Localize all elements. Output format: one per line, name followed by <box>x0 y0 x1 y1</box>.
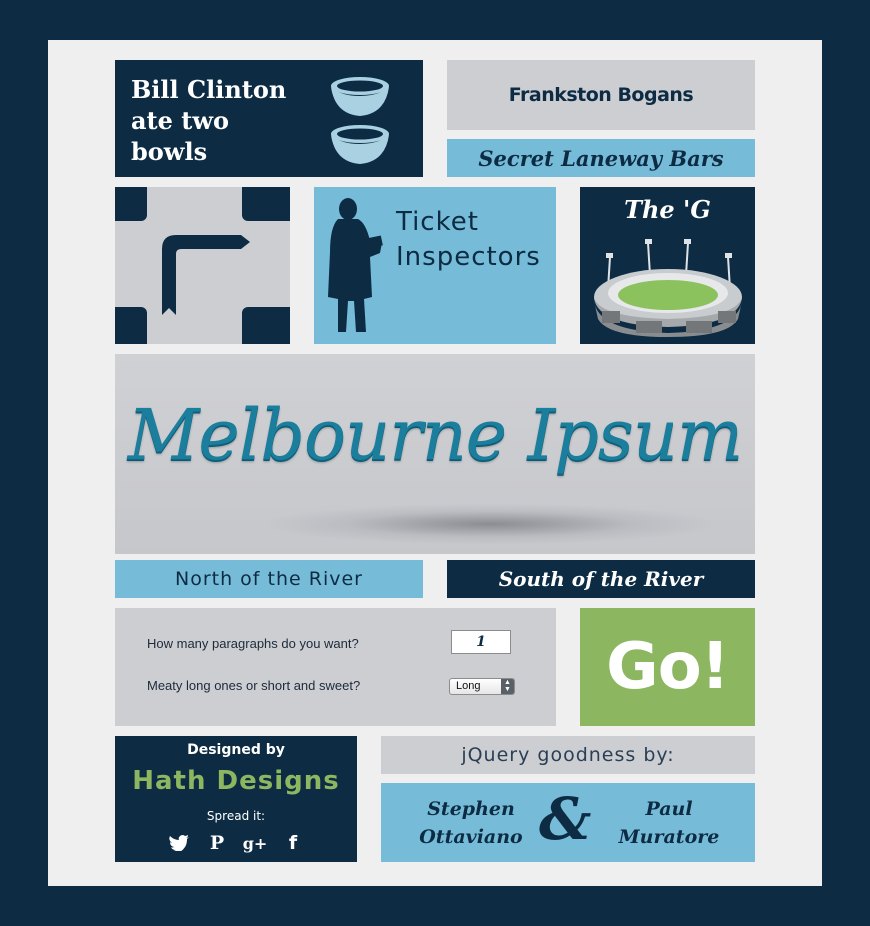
ticket-line-2: Inspectors <box>396 242 541 272</box>
jquery-credit-header: jQuery goodness by: <box>381 736 755 774</box>
credit-stephen[interactable]: Stephen Ottaviano <box>401 795 541 851</box>
paragraphs-input[interactable] <box>451 630 511 654</box>
ampersand: & <box>539 785 592 853</box>
road-arrow-icon <box>115 187 290 344</box>
chevron-updown-icon: ▲ ▼ <box>501 679 514 694</box>
bowl-icon <box>331 125 389 164</box>
laneway-label: Secret Laneway Bars <box>478 145 724 171</box>
credit-paul[interactable]: Paul Muratore <box>599 795 739 851</box>
length-select-value: Long <box>456 680 481 692</box>
bowl-icon <box>331 77 389 116</box>
site-title: Melbourne Ipsum <box>127 394 744 476</box>
ticket-line-1: Ticket <box>396 207 479 237</box>
jquery-label: jQuery goodness by: <box>461 744 675 766</box>
length-select[interactable]: Long ▲ ▼ <box>449 678 515 695</box>
ticket-inspectors-heading: Ticket Inspectors <box>396 205 541 275</box>
tile-bill-clinton[interactable]: Bill Clinton ate two bowls <box>115 60 423 177</box>
south-label: South of the River <box>498 567 704 591</box>
tile-ticket-inspectors[interactable]: Ticket Inspectors <box>314 187 556 344</box>
pinterest-icon[interactable]: P <box>206 832 228 854</box>
options-form: How many paragraphs do you want? Meaty l… <box>115 608 556 726</box>
tile-the-g[interactable]: The 'G <box>580 187 755 344</box>
designed-by-label: Designed by <box>187 742 285 758</box>
north-of-the-river-button[interactable]: North of the River <box>115 560 423 598</box>
designer-link[interactable]: Hath Designs <box>115 766 357 796</box>
developer-credits: Stephen Ottaviano & Paul Muratore <box>381 783 755 862</box>
clinton-line-2: ate two <box>131 106 230 135</box>
the-g-title: The 'G <box>624 195 711 224</box>
inspector-silhouette-icon <box>328 198 383 332</box>
clinton-line-1: Bill Clinton <box>131 75 287 104</box>
north-label: North of the River <box>175 568 363 590</box>
credit-paul-first: Paul <box>645 798 693 820</box>
twitter-icon[interactable] <box>168 832 190 854</box>
google-plus-icon[interactable]: g+ <box>243 832 268 854</box>
tile-road-arrow[interactable] <box>115 187 290 344</box>
south-of-the-river-button[interactable]: South of the River <box>447 560 755 598</box>
go-label: Go! <box>606 630 730 704</box>
facebook-icon[interactable]: f <box>282 832 304 854</box>
bogans-label: Frankston Bogans <box>508 84 694 106</box>
stadium-icon <box>594 239 742 337</box>
tile-frankston-bogans[interactable]: Frankston Bogans <box>447 60 755 130</box>
paragraphs-label: How many paragraphs do you want? <box>147 636 359 651</box>
credit-paul-last: Muratore <box>618 826 720 848</box>
hero-shadow <box>265 504 715 544</box>
tile-secret-laneway-bars[interactable]: Secret Laneway Bars <box>447 139 755 177</box>
spread-label: Spread it: <box>206 809 266 823</box>
hero-banner: Melbourne Ipsum <box>115 354 755 554</box>
clinton-line-3: bowls <box>131 137 208 166</box>
clinton-heading: Bill Clinton ate two bowls <box>131 74 311 167</box>
social-links: P g+ f <box>115 832 357 854</box>
credit-stephen-last: Ottaviano <box>419 826 523 848</box>
go-button[interactable]: Go! <box>580 608 755 726</box>
length-label: Meaty long ones or short and sweet? <box>147 678 361 693</box>
main-panel: Bill Clinton ate two bowls Frankston Bog… <box>48 40 822 886</box>
credit-stephen-first: Stephen <box>427 798 515 820</box>
designer-credit: Designed by Hath Designs Spread it: P g+… <box>115 736 357 862</box>
